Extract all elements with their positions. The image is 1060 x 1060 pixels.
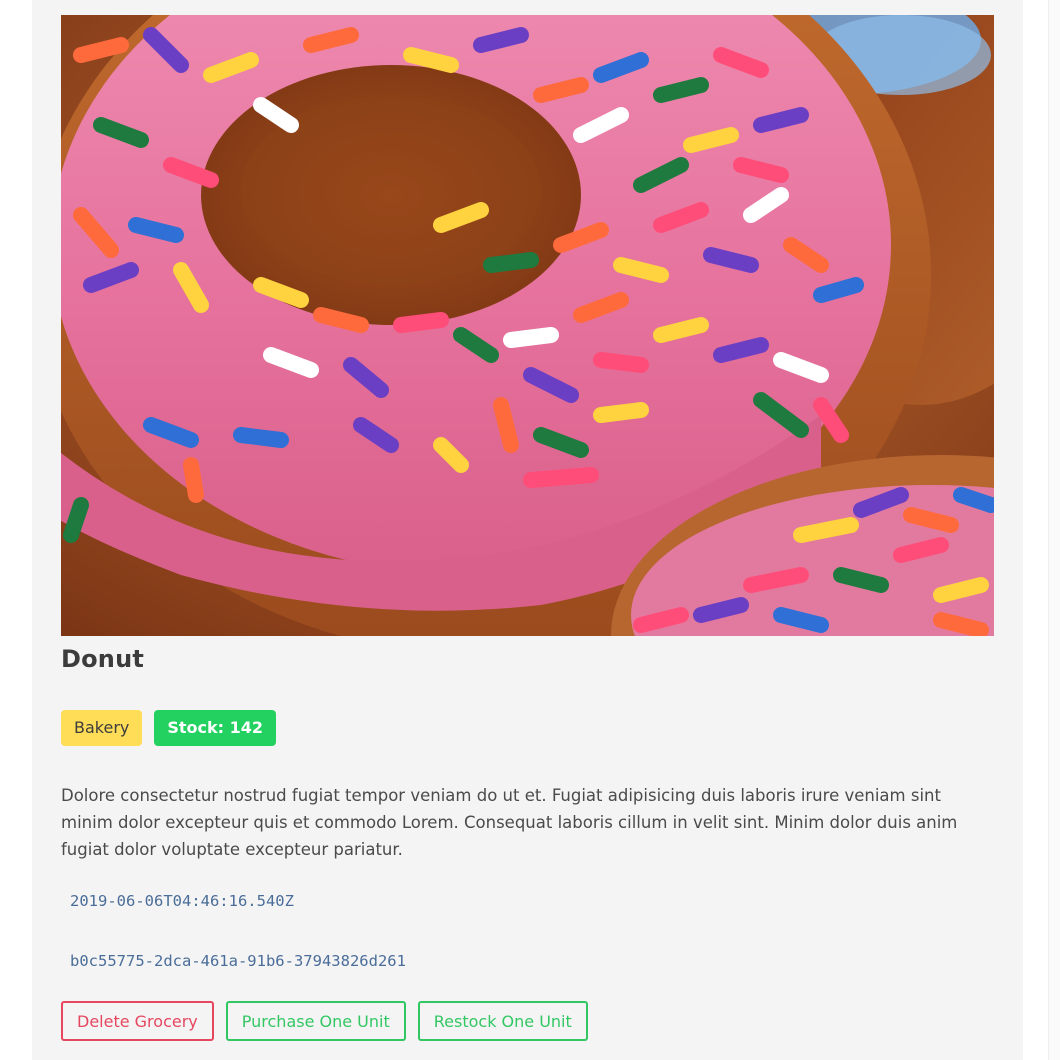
- action-buttons: Delete Grocery Purchase One Unit Restock…: [61, 1001, 588, 1041]
- stock-tag: Stock: 142: [154, 710, 277, 746]
- donut-photo: [61, 15, 994, 636]
- category-tag: Bakery: [61, 710, 143, 746]
- restock-one-unit-button[interactable]: Restock One Unit: [417, 1001, 588, 1041]
- purchase-one-unit-button[interactable]: Purchase One Unit: [225, 1001, 406, 1041]
- product-description: Dolore consectetur nostrud fugiat tempor…: [61, 786, 958, 859]
- page-scrollbar[interactable]: [1048, 0, 1060, 1060]
- product-id: b0c55775-2dca-461a-91b6-37943826d261: [70, 952, 406, 970]
- product-title: Donut: [61, 645, 145, 673]
- grocery-card: Donut Bakery Stock: 142 Dolore consectet…: [32, 0, 1023, 1060]
- tag-group: Bakery Stock: 142: [61, 710, 277, 746]
- product-image: [61, 15, 994, 636]
- delete-grocery-button[interactable]: Delete Grocery: [61, 1001, 214, 1041]
- created-timestamp: 2019-06-06T04:46:16.540Z: [70, 892, 294, 910]
- page: Donut Bakery Stock: 142 Dolore consectet…: [0, 0, 1060, 1060]
